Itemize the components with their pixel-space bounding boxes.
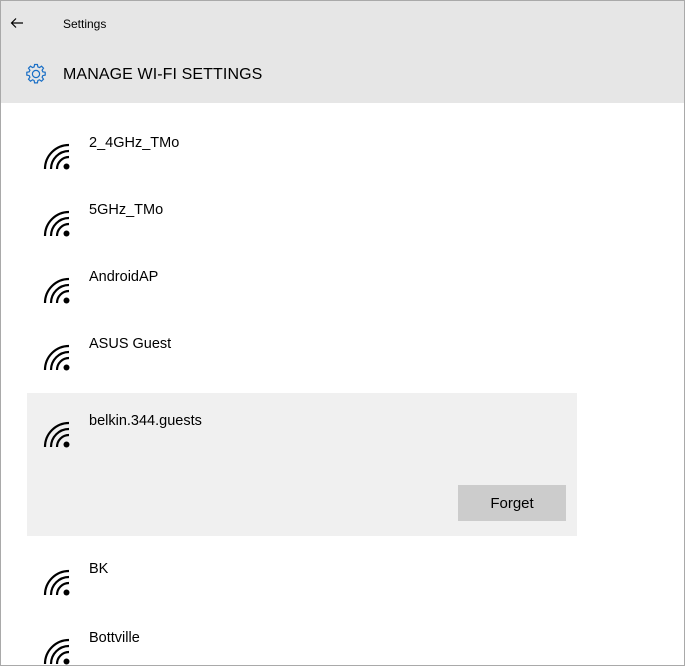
page-title: MANAGE WI-FI SETTINGS [63, 66, 263, 83]
network-name: 5GHz_TMo [89, 202, 164, 218]
network-name: 2_4GHz_TMo [89, 135, 180, 151]
wifi-signal-icon [43, 569, 70, 596]
network-item[interactable]: ASUS Guest [27, 316, 577, 382]
gear-icon [26, 63, 46, 84]
wifi-signal-icon [43, 143, 70, 170]
app-title: Settings [63, 17, 107, 31]
network-name: ASUS Guest [89, 336, 172, 352]
forget-button[interactable]: Forget [458, 485, 566, 521]
network-item[interactable]: AndroidAP [27, 249, 577, 315]
header: Settings MANAGE WI-FI SETTINGS [1, 1, 684, 103]
network-name: BK [89, 561, 109, 577]
network-item[interactable]: 2_4GHz_TMo [27, 115, 577, 181]
wifi-signal-icon [43, 344, 70, 371]
network-item[interactable]: 5GHz_TMo [27, 182, 577, 248]
network-item-selected[interactable]: belkin.344.guests Forget [27, 393, 577, 536]
back-button[interactable] [5, 11, 29, 35]
wifi-signal-icon [43, 638, 70, 665]
network-name: AndroidAP [89, 269, 159, 285]
wifi-signal-icon [43, 421, 70, 448]
network-name: belkin.344.guests [89, 413, 202, 429]
network-name: Bottville [89, 630, 140, 646]
back-arrow-icon [10, 18, 23, 28]
settings-window: Settings MANAGE WI-FI SETTINGS 2_4GHz_TM… [0, 0, 685, 666]
network-item[interactable]: Bottville [27, 610, 577, 665]
network-item[interactable]: BK [27, 541, 577, 607]
wifi-signal-icon [43, 210, 70, 237]
wifi-signal-icon [43, 277, 70, 304]
